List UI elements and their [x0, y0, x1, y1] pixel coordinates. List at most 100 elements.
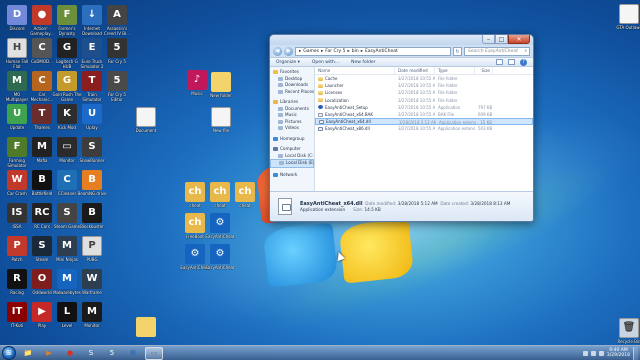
tray-network-icon[interactable]: [590, 350, 596, 356]
file-row-cache[interactable]: Cache 3/27/2018 10:55 AM File folder: [315, 75, 533, 82]
desktop-icon-blockbuster[interactable]: B Blockbuster: [77, 203, 107, 229]
explorer-window-icon: ▭: [150, 349, 158, 357]
close-button[interactable]: ✕: [508, 35, 530, 44]
desktop-icon-monitor[interactable]: M Monitor: [77, 302, 107, 328]
tray-volume-icon[interactable]: [598, 350, 604, 356]
breadcrumb-easyanticheat[interactable]: EasyAntiCheat: [365, 49, 398, 54]
desktop-icon-cheat[interactable]: ch cheat: [230, 182, 260, 208]
help-icon[interactable]: ?: [520, 58, 527, 66]
desktop-icon-document[interactable]: Document: [131, 107, 161, 133]
desktop-icon-warframe[interactable]: W Warframe: [77, 269, 107, 295]
steam-icon: S: [88, 349, 94, 357]
desktop-icon-label: Warframe: [82, 290, 102, 295]
desktop-icon-easyanticheat[interactable]: ⚙ EasyAntiCheat: [205, 244, 235, 270]
desktop-icon-label: Far Cry 5: [108, 59, 126, 64]
taskbar-far-cry-5-button[interactable]: 5: [103, 347, 121, 360]
new-folder-button[interactable]: New folder: [351, 60, 375, 65]
file-row-localization[interactable]: Localization 3/27/2018 10:55 AM File folde…: [315, 97, 533, 104]
taskbar-steam-button[interactable]: S: [82, 347, 100, 360]
desktop-icon-uplay[interactable]: U Uplay: [77, 104, 107, 130]
forward-button[interactable]: ▶: [284, 46, 293, 56]
view-options-icon[interactable]: [496, 58, 503, 65]
play-icon: ▶: [32, 302, 52, 322]
file-row-launcher[interactable]: Launcher 3/27/2018 10:55 AM File folder: [315, 82, 533, 89]
desktop-icon-recycle-bin[interactable]: 🗑 Recycle Bin: [614, 318, 640, 344]
nav-group-computer: Computer Local Disk (C:) Local Disk (E:): [270, 146, 314, 168]
column-date-modified[interactable]: Date modified: [395, 67, 435, 74]
far-cry-5-editor-icon: 5: [107, 71, 127, 91]
file-row-licenses[interactable]: Licenses 3/27/2018 10:55 AM File folder: [315, 89, 533, 96]
dll-file-icon: [278, 198, 292, 215]
file-row-easyanticheat-x64-dll[interactable]: EasyAntiCheat_x64.dll 3/28/2018 5:12 AM Ap…: [315, 118, 533, 126]
desktop-icon-assassin-s-creed-iv-bl[interactable]: A Assassin's Creed IV Bl...: [102, 5, 132, 36]
file-row-easyanticheat-x64-bak[interactable]: EasyAntiCheat_x64.BAK 3/27/2018 10:55 AM B…: [315, 111, 533, 118]
file-type: File folder: [438, 97, 458, 103]
file-list-header: Name Date modified Type Size: [315, 67, 533, 75]
nav-item-network[interactable]: Network: [270, 172, 314, 179]
kick-mod-icon: K: [57, 104, 77, 124]
open-with-button[interactable]: Open with...: [312, 60, 339, 65]
desktop-icon-unnamed[interactable]: [131, 317, 161, 338]
column-size[interactable]: Size: [475, 67, 493, 74]
desktop-icon-easyanticheat[interactable]: ⚙ EasyAntiCheat: [205, 213, 235, 239]
preview-pane-icon[interactable]: [508, 58, 515, 65]
car-crash-icon: W: [7, 170, 27, 190]
address-bar[interactable]: ▸ Games ▸ Far Cry 5 ▸ bin ▸ EasyAntiCheat: [295, 46, 451, 56]
network-icon: [273, 172, 278, 177]
file-size: 15 KB: [480, 120, 492, 125]
steam-icon: S: [32, 236, 52, 256]
desktop-icon-far-cry-5[interactable]: 5 Far Cry 5: [102, 38, 132, 64]
steam-game-icon: S: [57, 203, 77, 223]
codmod-icon: C: [32, 38, 52, 58]
taskbar: ⊞ 📁 ▶ ● S 5 ⚙ ▭ 9:40 AM 3/29/2018: [0, 345, 640, 360]
desktop-icon-new-folder[interactable]: New folder: [206, 72, 236, 98]
desktop-icon-pubg[interactable]: P PUBG: [77, 236, 107, 262]
tray-flag-icon[interactable]: [582, 350, 588, 356]
breadcrumb-games[interactable]: Games: [303, 49, 319, 54]
column-name[interactable]: Name: [315, 67, 395, 74]
file-row-easyanticheat-x86-dll[interactable]: EasyAntiCheat_x86.dll 3/27/2018 10:55 AM A…: [315, 125, 533, 132]
organize-button[interactable]: Organize ▾: [276, 60, 300, 65]
issa-icon: IS: [7, 203, 27, 223]
breadcrumb-bin[interactable]: bin: [352, 49, 359, 54]
desktop-icon-new-file[interactable]: New file: [206, 107, 236, 133]
file-type: File folder: [438, 90, 458, 96]
nav-item-local-disk-e[interactable]: Local Disk (E:): [270, 159, 314, 168]
maximize-button[interactable]: □: [495, 35, 508, 44]
desktop-icon-far-cry-5-editor[interactable]: 5 Far Cry 5 Editor: [102, 71, 132, 102]
start-button[interactable]: ⊞: [2, 346, 16, 360]
explorer-window[interactable]: – □ ✕ ◀ ▶ ▸ Games ▸ Far Cry 5 ▸ bin ▸ EasyAntiC…: [269, 34, 534, 222]
nav-item-recent-places[interactable]: Recent Places: [270, 89, 314, 96]
show-desktop-button[interactable]: [633, 346, 638, 360]
beamng-drive-icon: B: [82, 170, 102, 190]
file-type: File folder: [438, 83, 458, 89]
favorites-icon: [273, 70, 278, 75]
nav-item-videos[interactable]: Videos: [270, 125, 314, 132]
file-date: 3/27/2018 10:55 AM: [398, 83, 435, 89]
column-type[interactable]: Type: [435, 67, 475, 74]
search-input[interactable]: Search EasyAntiCheat ⌕: [464, 46, 530, 56]
nav-item-homegroup[interactable]: Homegroup: [270, 136, 314, 143]
window-titlebar[interactable]: – □ ✕: [270, 35, 533, 45]
desktop-icon-beamng-drive[interactable]: B BeamNG.drive: [77, 170, 107, 196]
desktop-icon-gta-outlaws[interactable]: GTA Outlaws: [614, 4, 640, 30]
refresh-button[interactable]: ↻: [453, 46, 462, 56]
desktop-icon-snowrunner[interactable]: S SnowRunner: [77, 137, 107, 163]
folder-icon: [318, 83, 323, 88]
taskbar-explorer-window-button[interactable]: ▭: [145, 346, 163, 360]
file-date: 3/28/2018 5:12 AM: [399, 120, 436, 125]
file-name-cell: EasyAntiCheat_x64.dll: [316, 119, 396, 124]
file-date: 3/27/2018 10:55 AM: [398, 104, 435, 110]
taskbar-easy-anti-cheat-button[interactable]: ⚙: [124, 347, 142, 360]
back-button[interactable]: ◀: [273, 46, 282, 56]
folder-icon: [318, 90, 323, 95]
file-row-easyanticheat-setup[interactable]: EasyAntiCheat_Setup 3/27/2018 10:55 AM App…: [315, 104, 533, 111]
desktop-icon-label: SnowRunner: [79, 158, 105, 163]
taskbar-explorer-button[interactable]: 📁: [19, 347, 37, 360]
clock[interactable]: 9:40 AM 3/29/2018: [607, 348, 630, 358]
taskbar-chrome-button[interactable]: ●: [61, 347, 79, 360]
minimize-button[interactable]: –: [482, 35, 495, 44]
train-simulator-icon: T: [82, 71, 102, 91]
taskbar-media-player-button[interactable]: ▶: [40, 347, 58, 360]
breadcrumb-far-cry-5[interactable]: Far Cry 5: [325, 49, 345, 54]
